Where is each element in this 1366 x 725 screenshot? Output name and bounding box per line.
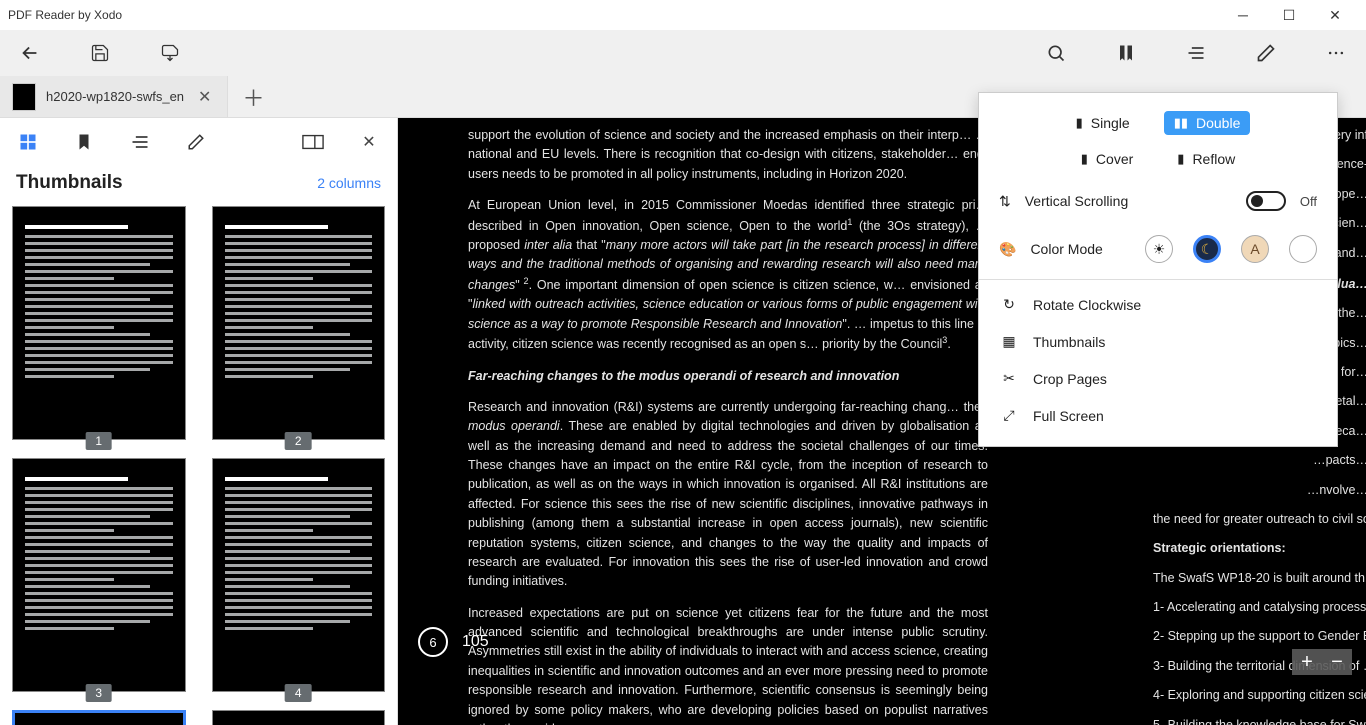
crop-pages[interactable]: ✂Crop Pages <box>979 360 1337 397</box>
thumbnail-page-1[interactable]: 1 <box>12 206 186 440</box>
vertical-scrolling-toggle[interactable] <box>1246 191 1286 211</box>
document-icon <box>12 83 36 111</box>
page-indicator[interactable]: 6 105 <box>418 627 489 657</box>
back-button[interactable] <box>10 33 50 73</box>
thumbnails-tab[interactable] <box>12 126 44 158</box>
more-button[interactable] <box>1316 33 1356 73</box>
thumbnail-page-6[interactable]: 6 <box>212 710 386 725</box>
double-page-icon: ▮▮ <box>1174 115 1188 131</box>
color-mode-sepia[interactable]: A <box>1241 235 1269 263</box>
color-mode-none[interactable] <box>1289 235 1317 263</box>
color-mode-light[interactable]: ☀ <box>1145 235 1173 263</box>
bookmarks-tab[interactable] <box>68 126 100 158</box>
search-button[interactable] <box>1036 33 1076 73</box>
grid-icon: ▦ <box>1001 333 1017 350</box>
annotations-tab[interactable] <box>180 126 212 158</box>
view-settings-panel: ▮Single ▮▮Double ▮Cover ▮Reflow ⇅ Vertic… <box>978 92 1338 447</box>
thumbnails-action[interactable]: ▦Thumbnails <box>979 323 1337 360</box>
crop-icon: ✂ <box>1001 370 1017 387</box>
rotate-clockwise[interactable]: ↻Rotate Clockwise <box>979 286 1337 323</box>
layout-reflow[interactable]: ▮Reflow <box>1167 147 1245 171</box>
zoom-out-button[interactable]: − <box>1322 649 1352 675</box>
total-pages: 105 <box>462 633 489 651</box>
thumbnail-number: 3 <box>85 684 112 702</box>
thumbnail-number: 4 <box>285 684 312 702</box>
thumbnail-page-4[interactable]: 4 <box>212 458 386 692</box>
layout-single[interactable]: ▮Single <box>1066 111 1140 135</box>
columns-toggle[interactable]: 2 columns <box>317 175 381 191</box>
thumbnail-page-2[interactable]: 2 <box>212 206 386 440</box>
tab-close[interactable]: ✕ <box>194 87 215 107</box>
thumbnail-number: 1 <box>85 432 112 450</box>
scroll-icon: ⇅ <box>999 193 1011 210</box>
annotate-button[interactable] <box>1246 33 1286 73</box>
panel-layout-button[interactable] <box>297 126 329 158</box>
vertical-scrolling-label: Vertical Scrolling <box>1025 193 1232 209</box>
current-page: 6 <box>418 627 448 657</box>
window-minimize[interactable]: ─ <box>1220 0 1266 30</box>
layout-cover[interactable]: ▮Cover <box>1071 147 1144 171</box>
tab-title: h2020-wp1820-swfs_en <box>46 89 184 104</box>
toggle-state: Off <box>1300 194 1317 209</box>
thumbnail-page-5[interactable]: 5 <box>12 710 186 725</box>
page-icon: ▮ <box>1076 115 1083 131</box>
close-panel-button[interactable]: ✕ <box>353 126 385 158</box>
save-button[interactable] <box>80 33 120 73</box>
color-mode-label: Color Mode <box>1030 241 1102 257</box>
bookmarks-button[interactable] <box>1106 33 1146 73</box>
outline-tab[interactable] <box>124 126 156 158</box>
layout-double[interactable]: ▮▮Double <box>1164 111 1251 135</box>
save-as-button[interactable] <box>150 33 190 73</box>
document-tab[interactable]: h2020-wp1820-swfs_en ✕ <box>0 76 228 117</box>
thumbnail-page-3[interactable]: 3 <box>12 458 186 692</box>
view-settings-button[interactable] <box>1176 33 1216 73</box>
cover-icon: ▮ <box>1081 151 1088 167</box>
thumbnail-number: 2 <box>285 432 312 450</box>
page-content-left: support the evolution of science and soc… <box>468 118 988 725</box>
window-close[interactable]: ✕ <box>1312 0 1358 30</box>
new-tab-button[interactable]: ＋ <box>228 76 278 117</box>
app-title: PDF Reader by Xodo <box>8 8 122 22</box>
sidebar-title: Thumbnails <box>16 172 123 194</box>
window-maximize[interactable]: ☐ <box>1266 0 1312 30</box>
palette-icon: 🎨 <box>999 241 1016 258</box>
rotate-icon: ↻ <box>1001 296 1017 313</box>
color-mode-dark[interactable]: ☾ <box>1193 235 1221 263</box>
reflow-icon: ▮ <box>1177 151 1184 167</box>
full-screen[interactable]: ⤢Full Screen <box>979 397 1337 434</box>
fullscreen-icon: ⤢ <box>1001 407 1017 424</box>
zoom-in-button[interactable]: + <box>1292 649 1322 675</box>
